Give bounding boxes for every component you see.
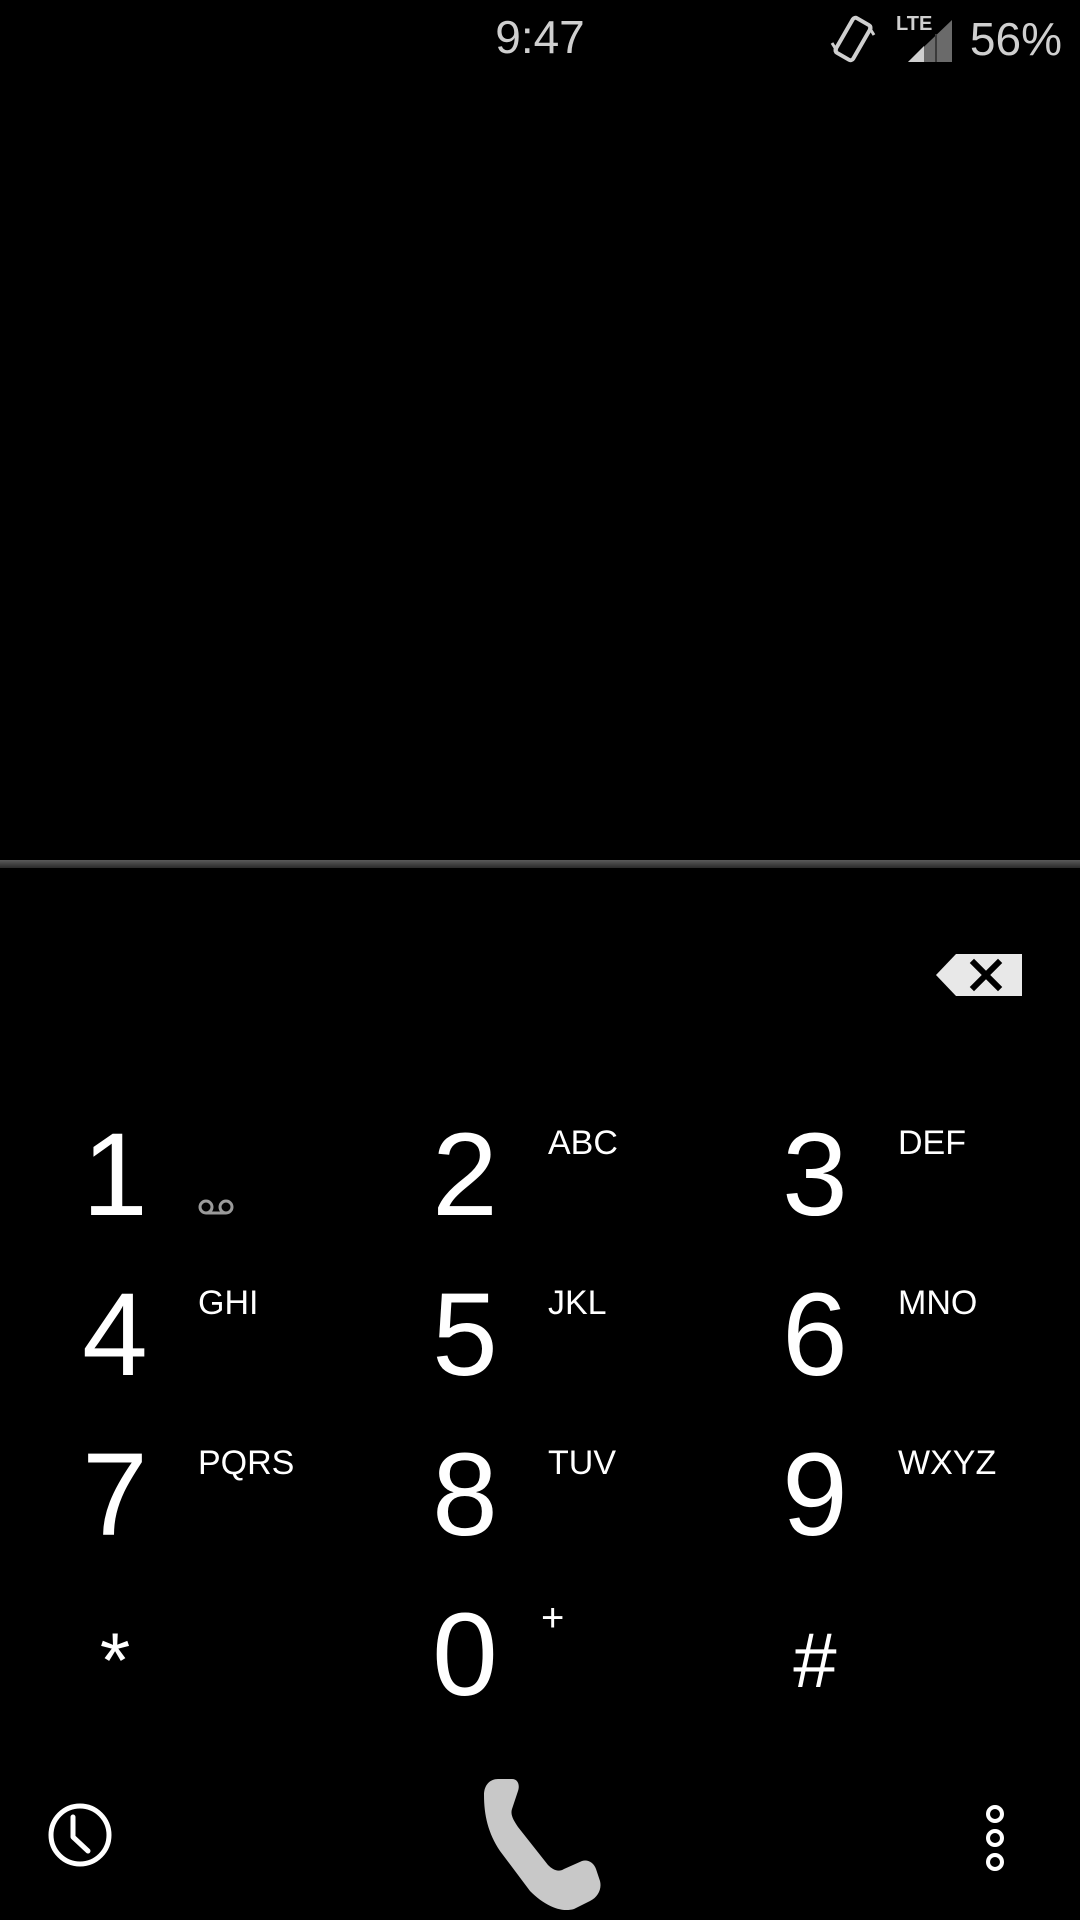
key-digit: 3	[782, 1109, 848, 1241]
key-digit: 1	[82, 1109, 148, 1241]
bottom-action-bar	[0, 1760, 1080, 1920]
dialer-screen: 9:47 LTE 56% 1 2 ABC 3 DEF 4 GHI 5 JKL 6…	[0, 0, 1080, 1920]
key-letters: WXYZ	[898, 1444, 997, 1482]
key-8[interactable]: 8 TUV	[355, 1420, 695, 1580]
key-1[interactable]: 1	[5, 1100, 345, 1260]
lte-signal-icon: LTE	[896, 13, 952, 62]
more-vert-icon	[986, 1805, 1004, 1871]
battery-percent: 56%	[969, 13, 1062, 65]
key-digit: 5	[432, 1269, 498, 1401]
key-digit: 4	[82, 1269, 148, 1401]
delete-button[interactable]	[930, 940, 1030, 1010]
key-letters: ABC	[548, 1124, 618, 1162]
key-digit: 9	[782, 1429, 848, 1561]
key-pound[interactable]: #	[700, 1580, 1040, 1740]
key-digit: 8	[432, 1429, 498, 1561]
key-letters: +	[541, 1596, 565, 1640]
key-letters: GHI	[198, 1284, 259, 1322]
key-9[interactable]: 9 WXYZ	[705, 1420, 1045, 1580]
key-2[interactable]: 2 ABC	[355, 1100, 695, 1260]
key-7[interactable]: 7 PQRS	[5, 1420, 345, 1580]
key-letters: TUV	[548, 1444, 616, 1482]
phone-icon	[484, 1779, 601, 1911]
backspace-icon	[936, 954, 1022, 996]
vibrate-icon	[830, 15, 876, 63]
key-letters: DEF	[898, 1124, 966, 1162]
network-label: LTE	[896, 13, 932, 35]
overflow-menu-button[interactable]	[975, 1798, 1015, 1878]
voicemail-icon	[198, 1199, 234, 1215]
key-5[interactable]: 5 JKL	[355, 1260, 695, 1420]
clock-icon	[48, 1803, 112, 1867]
key-digit: *	[99, 1616, 131, 1704]
call-button[interactable]	[470, 1765, 610, 1915]
key-letters: MNO	[898, 1284, 978, 1322]
status-bar: 9:47 LTE 56%	[0, 0, 1080, 78]
key-digit: 6	[782, 1269, 848, 1401]
key-6[interactable]: 6 MNO	[705, 1260, 1045, 1420]
display-divider	[0, 860, 1080, 868]
call-history-button[interactable]	[40, 1795, 120, 1875]
key-3[interactable]: 3 DEF	[705, 1100, 1045, 1260]
key-letters: JKL	[548, 1284, 607, 1322]
key-0[interactable]: 0 +	[355, 1580, 695, 1740]
key-digit: 7	[82, 1429, 148, 1561]
key-4[interactable]: 4 GHI	[5, 1260, 345, 1420]
number-display-area[interactable]	[0, 78, 1080, 860]
dialpad: 1 2 ABC 3 DEF 4 GHI 5 JKL 6 MNO 7 PQRS 8…	[0, 1080, 1080, 1721]
key-digit: 2	[432, 1109, 498, 1241]
key-digit: #	[793, 1616, 837, 1704]
key-star[interactable]: *	[0, 1580, 340, 1740]
key-letters: PQRS	[198, 1444, 295, 1482]
status-icons: LTE 56%	[828, 8, 1062, 70]
